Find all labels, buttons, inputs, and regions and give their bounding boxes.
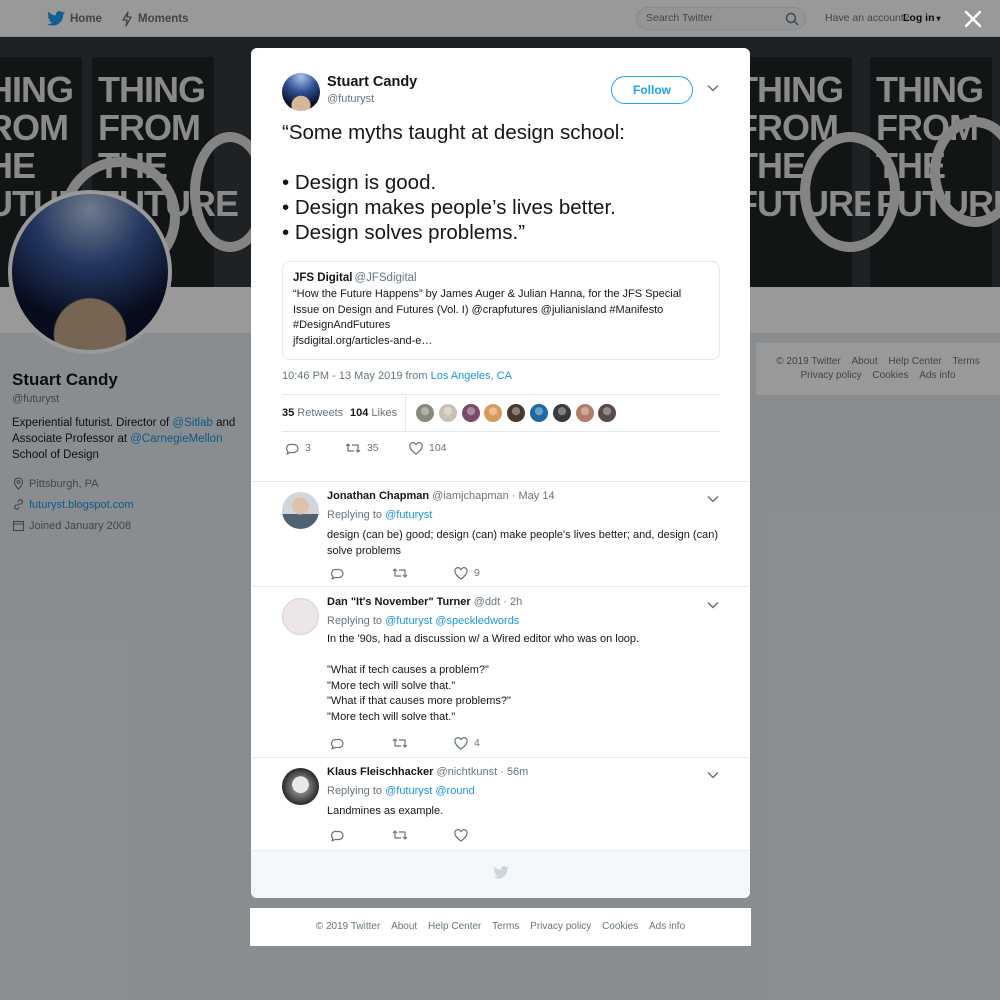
reply-icon <box>285 441 299 455</box>
modal-footer <box>251 850 750 898</box>
reply-button[interactable]: 3 <box>285 441 345 455</box>
retweet-button[interactable] <box>392 736 454 750</box>
reply-header: Dan "It's November" Turner @ddt · 2h <box>327 596 523 608</box>
heart-icon <box>409 441 423 455</box>
reply-text: In the '90s, had a discussion w/ a Wired… <box>327 633 640 723</box>
retweet-button[interactable]: 35 <box>345 441 409 455</box>
tweet-text: “Some myths taught at design school: • D… <box>282 121 625 244</box>
replying-to-link[interactable]: @futuryst @round <box>385 785 475 797</box>
liker-avatar[interactable] <box>484 404 503 422</box>
reply-icon <box>330 736 344 750</box>
quoted-tweet-link: jfsdigital.org/articles-and-e… <box>293 334 433 347</box>
replying-to: Replying to @futuryst @speckledwords <box>327 615 520 627</box>
close-icon[interactable] <box>963 9 983 29</box>
quoted-author-handle: @JFSdigital <box>354 272 417 284</box>
quoted-author-name: JFS Digital <box>293 272 353 284</box>
footer-link-about[interactable]: About <box>391 921 417 932</box>
retweet-button[interactable] <box>392 828 454 842</box>
retweet-icon <box>392 736 408 750</box>
like-button[interactable]: 4 <box>454 736 480 750</box>
replying-to-link[interactable]: @futuryst <box>385 509 432 521</box>
quoted-tweet-card[interactable]: JFS Digital @JFSdigital “How the Future H… <box>282 261 720 360</box>
chevron-down-icon[interactable] <box>707 495 719 503</box>
liker-avatar[interactable] <box>461 404 480 422</box>
reply-button[interactable] <box>330 828 392 842</box>
tweet-author-name[interactable]: Stuart Candy <box>327 74 417 90</box>
chevron-down-icon[interactable] <box>707 601 719 609</box>
stat-divider <box>405 395 406 431</box>
footer-link-help[interactable]: Help Center <box>428 921 481 932</box>
tweet-actions: 3 35 104 <box>285 441 447 455</box>
reply-avatar[interactable] <box>282 492 319 529</box>
quoted-tweet-text: “How the Future Happens” by James Auger … <box>293 287 709 349</box>
footer-copyright: © 2019 Twitter <box>315 921 381 932</box>
liker-avatar[interactable] <box>598 404 617 422</box>
retweet-button[interactable] <box>392 566 454 580</box>
replying-to: Replying to @futuryst @round <box>327 785 475 797</box>
footer-link-ads[interactable]: Ads info <box>649 921 685 932</box>
tweet-modal: Stuart Candy @futuryst Follow “Some myth… <box>251 48 750 898</box>
tweet-author-handle[interactable]: @futuryst <box>327 93 374 105</box>
reply-header: Jonathan Chapman @iamjchapman · May 14 <box>327 490 555 502</box>
heart-icon <box>454 828 468 842</box>
tweet-stats: 35 Retweets 104 Likes <box>282 394 720 432</box>
reply-icon <box>330 828 344 842</box>
heart-icon <box>454 566 468 580</box>
tweet-timestamp: 10:46 PM - 13 May 2019 from Los Angeles,… <box>282 370 512 382</box>
reply-actions: 9 <box>330 566 480 580</box>
like-button[interactable]: 104 <box>409 441 447 455</box>
liker-avatar[interactable] <box>438 404 457 422</box>
reply-tweet[interactable]: Klaus Fleischhacker @nichtkunst · 56m Re… <box>251 758 750 850</box>
quoted-tweet-header: JFS Digital @JFSdigital <box>293 272 709 284</box>
reply-button[interactable] <box>330 736 392 750</box>
likers-avatars <box>416 404 621 422</box>
replying-to-link[interactable]: @futuryst @speckledwords <box>385 615 519 627</box>
reply-tweet[interactable]: Dan "It's November" Turner @ddt · 2h Rep… <box>251 588 750 758</box>
retweet-icon <box>345 441 361 455</box>
retweets-stat[interactable]: 35 Retweets <box>282 407 343 419</box>
footer-link-terms[interactable]: Terms <box>492 921 519 932</box>
footer-link-cookies[interactable]: Cookies <box>602 921 638 932</box>
bottom-footer: © 2019 Twitter About Help Center Terms P… <box>250 908 751 946</box>
tweet-location-link[interactable]: Los Angeles, CA <box>431 370 512 382</box>
reply-text: Landmines as example. <box>327 805 444 817</box>
liker-avatar[interactable] <box>552 404 571 422</box>
follow-button[interactable]: Follow <box>611 76 693 104</box>
retweet-icon <box>392 566 408 580</box>
replying-to: Replying to @futuryst <box>327 509 433 521</box>
tweet-author-avatar[interactable] <box>282 73 320 111</box>
reply-button[interactable] <box>330 566 392 580</box>
liker-avatar[interactable] <box>575 404 594 422</box>
reply-icon <box>330 566 344 580</box>
footer-link-privacy[interactable]: Privacy policy <box>530 921 591 932</box>
reply-text: design (can be) good; design (can) make … <box>327 529 718 557</box>
reply-avatar[interactable] <box>282 598 319 635</box>
replies-separator <box>251 472 750 482</box>
reply-actions: 4 <box>330 736 480 750</box>
reply-avatar[interactable] <box>282 768 319 805</box>
liker-avatar[interactable] <box>416 404 434 422</box>
retweet-icon <box>392 828 408 842</box>
likes-stat[interactable]: 104 Likes <box>350 407 397 419</box>
liker-avatar[interactable] <box>507 404 526 422</box>
reply-actions <box>330 828 474 842</box>
liker-avatar[interactable] <box>529 404 548 422</box>
chevron-down-icon[interactable] <box>707 84 719 92</box>
reply-header: Klaus Fleischhacker @nichtkunst · 56m <box>327 766 529 778</box>
like-button[interactable] <box>454 828 474 842</box>
twitter-bird-icon <box>493 866 509 879</box>
heart-icon <box>454 736 468 750</box>
like-button[interactable]: 9 <box>454 566 480 580</box>
chevron-down-icon[interactable] <box>707 771 719 779</box>
reply-tweet[interactable]: Jonathan Chapman @iamjchapman · May 14 R… <box>251 482 750 587</box>
